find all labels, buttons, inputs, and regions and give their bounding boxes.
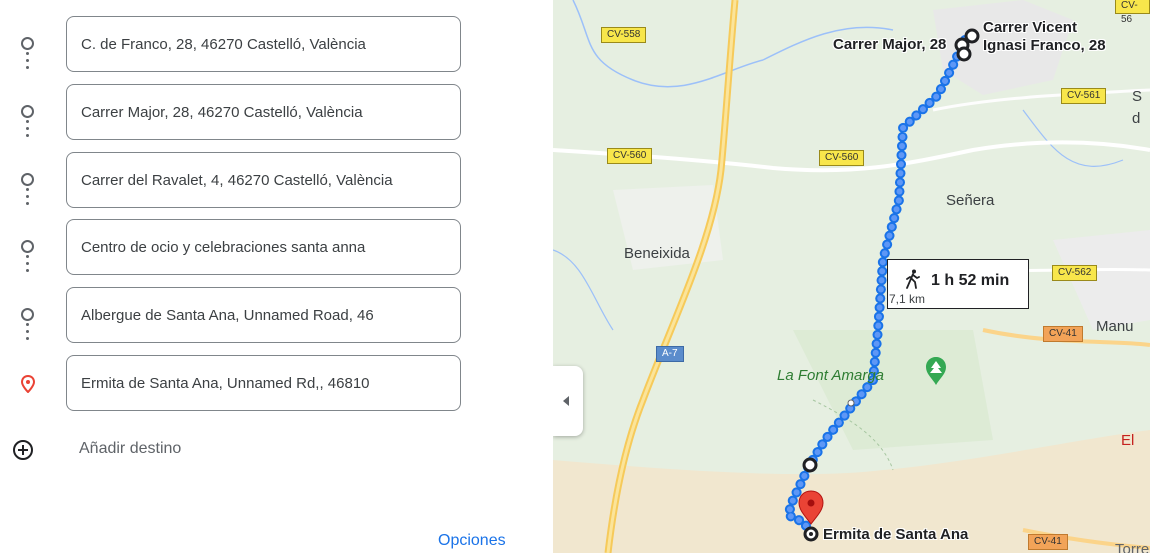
stop-input-2[interactable] (66, 84, 461, 140)
circle-icon (20, 36, 36, 52)
place-label: d (1132, 110, 1141, 127)
road-shield: CV-561 (1061, 88, 1107, 104)
road-shield: CV-562 (1052, 265, 1098, 281)
destination-label: Ermita de Santa Ana (823, 526, 969, 543)
place-label: Beneixida (624, 245, 690, 262)
stop-input-1[interactable] (66, 16, 461, 72)
chevron-left-icon (563, 396, 569, 406)
collapse-panel-button[interactable] (553, 366, 583, 436)
circle-icon (20, 104, 36, 120)
route-dots (26, 52, 29, 73)
route-dots (26, 255, 29, 276)
stop-input-4[interactable] (66, 219, 461, 275)
options-link[interactable]: Opciones (438, 532, 506, 550)
road-shield: CV-558 (601, 27, 647, 43)
place-label: Señera (946, 192, 995, 209)
park-label: La Font Amarga (777, 367, 884, 384)
route-distance: 7,1 km (889, 292, 926, 306)
place-label: Manu (1096, 318, 1134, 335)
road-shield: CV-41 (1028, 534, 1068, 550)
place-label: Ignasi Franco, 28 (983, 37, 1106, 54)
park-icon[interactable] (924, 356, 948, 386)
route-dots (26, 120, 29, 141)
route-summary-callout[interactable]: 1 h 52 min 7,1 km (887, 259, 1029, 309)
circle-icon (20, 307, 36, 323)
stop-row-6 (0, 355, 553, 411)
road-shield: CV-41 (1043, 326, 1083, 342)
place-label: Carrer Vicent (983, 19, 1077, 36)
stop-input-6[interactable] (66, 355, 461, 411)
stop-row-2 (0, 84, 553, 140)
route-dots (26, 323, 29, 344)
road-shield: CV-56 (1115, 0, 1150, 25)
stop-row-3 (0, 152, 553, 208)
road-shield: A-7 (656, 346, 684, 362)
add-destination-label: Añadir destino (79, 440, 182, 457)
place-label: Carrer Major, 28 (833, 36, 947, 53)
map-canvas[interactable]: CV-558 CV-560 CV-560 CV-561 CV-562 CV-41… (553, 0, 1150, 553)
stop-input-3[interactable] (66, 152, 461, 208)
place-label: El (1121, 432, 1135, 449)
route-dots (26, 188, 29, 209)
plus-circle-icon (13, 440, 33, 460)
location-pin-icon (20, 375, 36, 393)
place-label: Torre (1115, 541, 1150, 553)
stop-row-1 (0, 16, 553, 72)
stop-input-5[interactable] (66, 287, 461, 343)
stop-row-4 (0, 219, 553, 275)
circle-icon (20, 172, 36, 188)
place-label: S (1132, 88, 1143, 105)
road-shield: CV-560 (819, 150, 865, 166)
walking-icon (906, 269, 920, 289)
circle-icon (20, 239, 36, 255)
route-time: 1 h 52 min (931, 272, 1010, 289)
stop-row-5 (0, 287, 553, 343)
road-shield: CV-560 (607, 148, 653, 164)
directions-panel: Añadir destino Opciones (0, 0, 553, 553)
add-destination-button[interactable]: Añadir destino (0, 428, 553, 472)
